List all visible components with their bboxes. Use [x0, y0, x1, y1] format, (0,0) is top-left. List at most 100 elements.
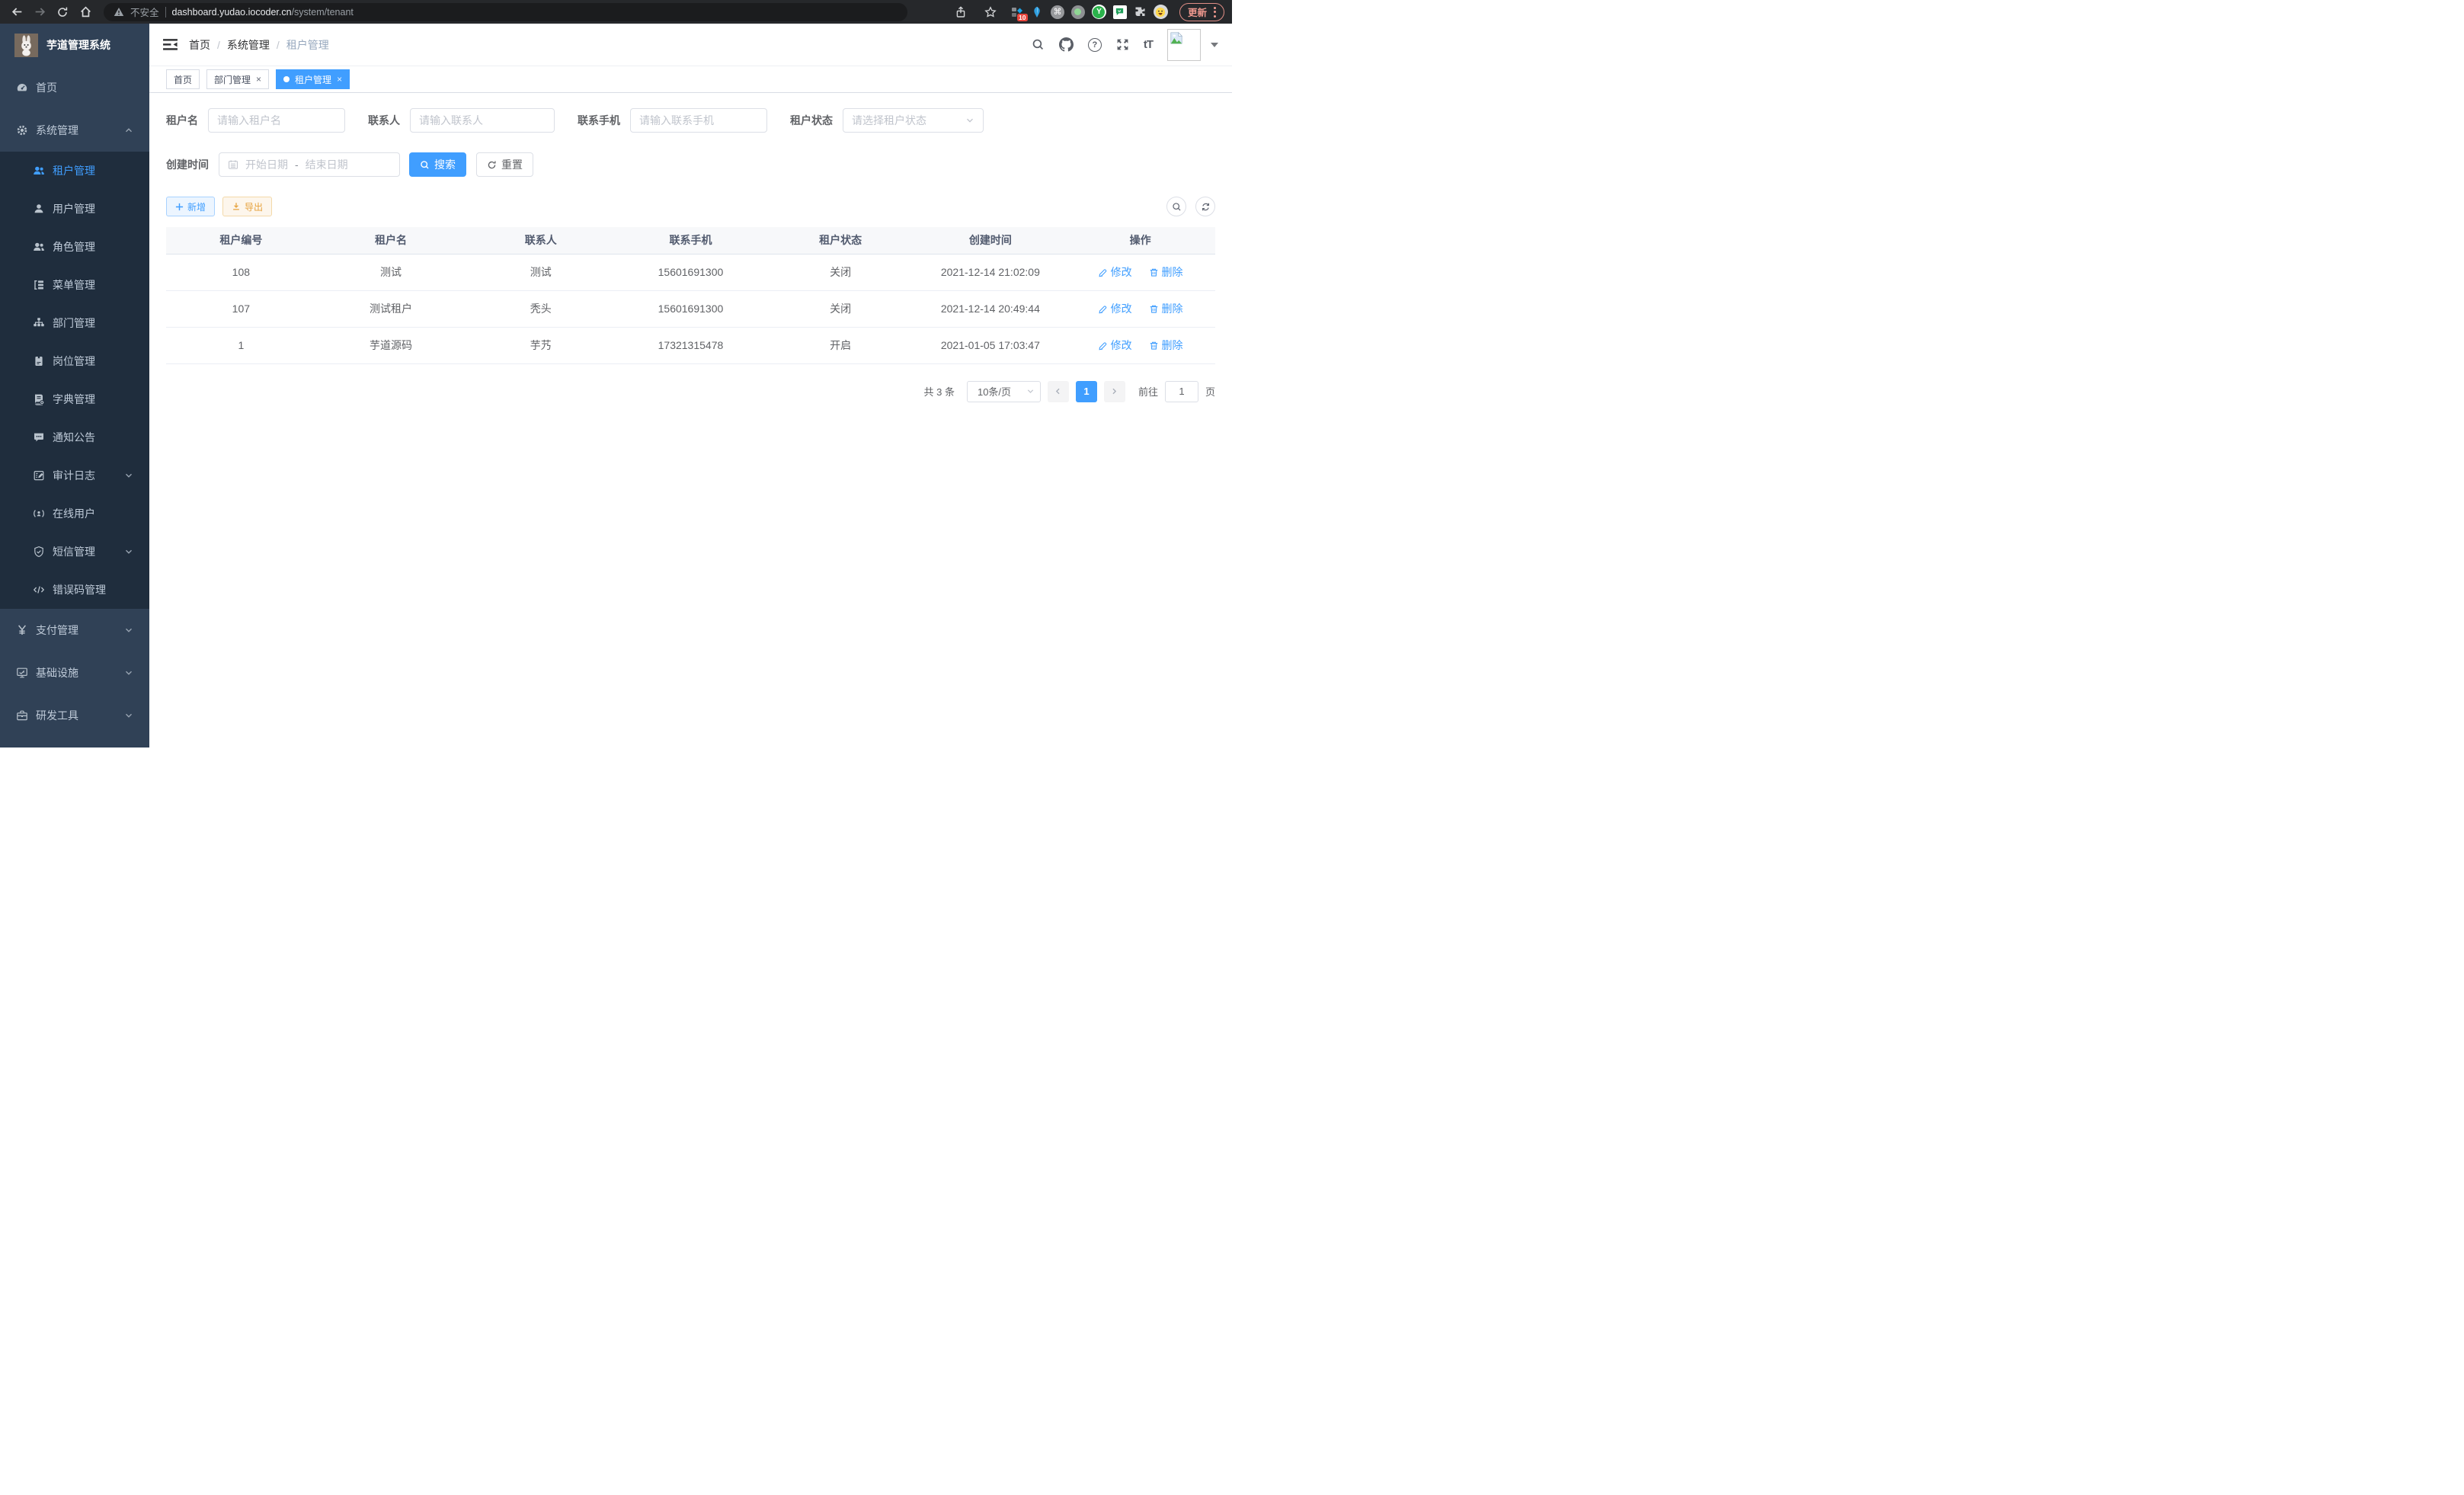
export-button[interactable]: 导出 [222, 197, 272, 216]
browser-back-icon[interactable] [8, 3, 26, 21]
breadcrumb-system[interactable]: 系统管理 [227, 37, 270, 53]
edit-link[interactable]: 修改 [1098, 338, 1132, 353]
sidebar-item-label: 系统管理 [36, 123, 78, 138]
github-icon[interactable] [1059, 37, 1074, 52]
user-avatar[interactable] [1167, 29, 1201, 61]
search-button[interactable]: 搜索 [409, 152, 466, 177]
date-separator: - [295, 158, 299, 171]
delete-link[interactable]: 删除 [1149, 264, 1183, 280]
header-search-icon[interactable] [1032, 38, 1045, 51]
sidebar-item-post[interactable]: 岗位管理 [0, 342, 149, 380]
page-size-select[interactable]: 10条/页 [967, 381, 1041, 402]
trash-icon [1149, 304, 1159, 314]
browser-forward-icon[interactable] [30, 3, 49, 21]
browser-home-icon[interactable] [76, 3, 94, 21]
sidebar-item-notice[interactable]: 通知公告 [0, 418, 149, 456]
table-row: 108 测试 测试 15601691300 关闭 2021-12-14 21:0… [166, 254, 1215, 290]
status-label: 租户状态 [790, 113, 833, 128]
fullscreen-icon[interactable] [1116, 38, 1129, 51]
phone-input[interactable] [639, 114, 758, 126]
tab-dept[interactable]: 部门管理 × [206, 69, 269, 89]
end-date-placeholder: 结束日期 [306, 157, 348, 172]
goto-page-input[interactable] [1165, 381, 1198, 402]
browser-update-button[interactable]: 更新 [1179, 3, 1224, 21]
breadcrumb-home[interactable]: 首页 [189, 37, 210, 53]
create-time-range-picker[interactable]: 开始日期 - 结束日期 [219, 152, 400, 177]
tab-home[interactable]: 首页 [166, 69, 200, 89]
sidebar-item-label: 在线用户 [53, 506, 95, 521]
sidebar-item-devtools[interactable]: 研发工具 [0, 694, 149, 737]
edit-link[interactable]: 修改 [1098, 264, 1132, 280]
dictionary-icon [33, 393, 45, 405]
breadcrumb-separator: / [217, 39, 220, 51]
prev-page-button[interactable] [1048, 381, 1069, 402]
system-submenu: 租户管理 用户管理 角色管理 菜单管理 [0, 152, 149, 609]
sidebar-item-role[interactable]: 角色管理 [0, 228, 149, 266]
sidebar-item-label: 研发工具 [36, 708, 78, 723]
top-navbar: 首页 / 系统管理 / 租户管理 ? tT [149, 24, 1232, 66]
sidebar-item-infrastructure[interactable]: 基础设施 [0, 651, 149, 694]
browser-reload-icon[interactable] [53, 3, 72, 21]
table-row: 1 芋道源码 芋艿 17321315478 开启 2021-01-05 17:0… [166, 327, 1215, 363]
sidebar-item-user[interactable]: 用户管理 [0, 190, 149, 228]
browser-menu-dots-icon[interactable] [1214, 7, 1216, 18]
font-size-icon[interactable]: tT [1144, 38, 1153, 51]
sidebar-item-menu[interactable]: 菜单管理 [0, 266, 149, 304]
app-logo[interactable]: 芋道管理系统 [0, 24, 149, 66]
sidebar-item-home[interactable]: 首页 [0, 66, 149, 109]
phone-label: 联系手机 [578, 113, 620, 128]
toggle-search-button[interactable] [1166, 197, 1186, 216]
sidebar-item-audit-log[interactable]: 审计日志 [0, 456, 149, 495]
profile-avatar-emoji-icon[interactable] [1154, 5, 1168, 19]
phone-input-wrap [630, 108, 767, 133]
browser-address-bar[interactable]: 不安全 dashboard.yudao.iocoder.cn/system/te… [104, 3, 907, 21]
create-time-label: 创建时间 [166, 157, 209, 172]
contact-input[interactable] [419, 114, 546, 126]
sidebar-item-label: 支付管理 [36, 623, 78, 638]
help-icon[interactable]: ? [1088, 38, 1102, 52]
page-content: 租户名 联系人 联系手机 [149, 93, 1232, 748]
sidebar-item-system[interactable]: 系统管理 [0, 109, 149, 152]
sidebar-item-tenant[interactable]: 租户管理 [0, 152, 149, 190]
sidebar-item-dept[interactable]: 部门管理 [0, 304, 149, 342]
next-page-button[interactable] [1104, 381, 1125, 402]
sidebar-item-label: 角色管理 [53, 239, 95, 255]
tab-tenant[interactable]: 租户管理 × [276, 69, 350, 89]
edit-link[interactable]: 修改 [1098, 301, 1132, 316]
sidebar-item-online-user[interactable]: 在线用户 [0, 495, 149, 533]
extension-record-icon[interactable] [1071, 5, 1085, 19]
delete-link[interactable]: 删除 [1149, 301, 1183, 316]
share-icon[interactable] [952, 3, 970, 21]
bookmark-star-icon[interactable] [981, 3, 1000, 21]
extension-command-icon[interactable]: ⌘ [1051, 5, 1064, 19]
page-url[interactable]: dashboard.yudao.iocoder.cn/system/tenant [172, 7, 354, 18]
sidebar-item-dict[interactable]: 字典管理 [0, 380, 149, 418]
sidebar-item-sms[interactable]: 短信管理 [0, 533, 149, 571]
infrastructure-monitor-icon [16, 667, 28, 679]
start-date-placeholder: 开始日期 [245, 157, 288, 172]
tab-close-icon[interactable]: × [337, 75, 342, 84]
tenant-name-input[interactable] [217, 114, 336, 126]
goto-label: 前往 [1138, 384, 1158, 399]
sidebar-collapse-icon[interactable] [163, 38, 178, 51]
col-contact: 联系人 [466, 227, 616, 254]
extension-tab-manager-icon[interactable]: 10 [1011, 5, 1024, 18]
sidebar-item-error-code[interactable]: 错误码管理 [0, 571, 149, 609]
current-page-button[interactable]: 1 [1076, 381, 1097, 402]
menu-tree-icon [33, 279, 45, 291]
delete-link[interactable]: 删除 [1149, 338, 1183, 353]
extension-kite-icon[interactable] [1031, 5, 1044, 18]
extensions-puzzle-icon[interactable] [1134, 5, 1147, 18]
sidebar-item-label: 字典管理 [53, 392, 95, 407]
security-label[interactable]: 不安全 [130, 5, 159, 19]
extension-chat-icon[interactable] [1113, 5, 1127, 19]
tab-close-icon[interactable]: × [256, 75, 261, 84]
extension-yudao-icon[interactable]: Y [1092, 5, 1106, 19]
status-text: 开启 [766, 327, 916, 363]
status-select[interactable]: 请选择租户状态 [843, 108, 984, 133]
avatar-dropdown-caret-icon[interactable] [1211, 43, 1218, 47]
reset-button[interactable]: 重置 [476, 152, 533, 177]
refresh-table-button[interactable] [1195, 197, 1215, 216]
sidebar-item-payment[interactable]: 支付管理 [0, 609, 149, 651]
add-button[interactable]: 新增 [166, 197, 215, 216]
